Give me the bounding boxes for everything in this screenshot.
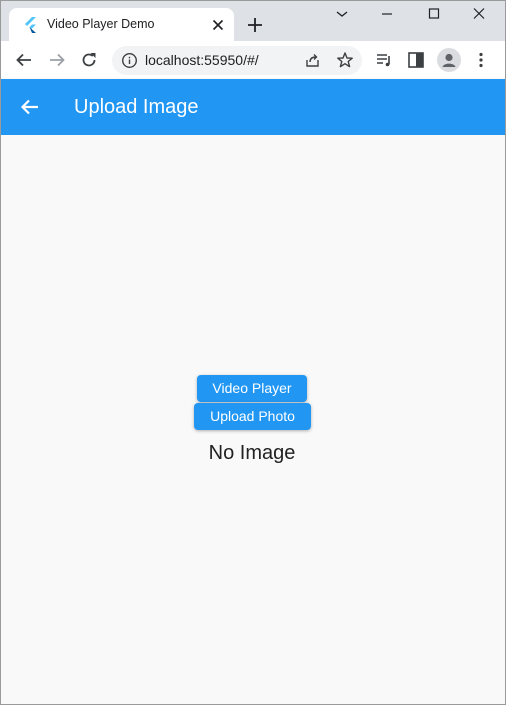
tab-strip: Video Player Demo bbox=[1, 1, 505, 41]
close-icon[interactable] bbox=[209, 16, 227, 34]
tab-title: Video Player Demo bbox=[47, 17, 155, 31]
plus-icon[interactable] bbox=[245, 15, 265, 35]
browser-tab[interactable]: Video Player Demo bbox=[9, 8, 234, 41]
person-icon bbox=[442, 53, 456, 67]
upload-photo-button[interactable]: Upload Photo bbox=[194, 403, 311, 430]
app-bar: Upload Image bbox=[1, 79, 505, 135]
maximize-icon[interactable] bbox=[423, 5, 445, 23]
star-icon[interactable] bbox=[336, 51, 354, 69]
main-content: Video Player Upload Photo No Image bbox=[1, 135, 505, 704]
flutter-logo-icon bbox=[25, 17, 36, 33]
arrow-right-icon[interactable] bbox=[47, 50, 67, 70]
url-text[interactable]: localhost:55950/#/ bbox=[145, 52, 259, 68]
side-panel-icon[interactable] bbox=[406, 50, 426, 70]
kebab-menu-icon[interactable] bbox=[471, 50, 491, 70]
page-title: Upload Image bbox=[74, 96, 199, 118]
avatar[interactable] bbox=[437, 48, 461, 72]
browser-window: Video Player Demo localhost:55950/#/ Upl… bbox=[0, 0, 506, 705]
reload-icon[interactable] bbox=[79, 50, 99, 70]
arrow-left-icon[interactable] bbox=[19, 96, 41, 118]
info-icon[interactable] bbox=[121, 52, 138, 69]
share-icon[interactable] bbox=[304, 52, 321, 69]
arrow-left-icon[interactable] bbox=[14, 50, 34, 70]
browser-toolbar: localhost:55950/#/ bbox=[1, 41, 505, 79]
address-bar[interactable]: localhost:55950/#/ bbox=[112, 46, 362, 75]
close-icon[interactable] bbox=[468, 5, 490, 23]
minimize-icon[interactable] bbox=[376, 5, 398, 23]
video-player-button[interactable]: Video Player bbox=[197, 375, 307, 402]
minimize-icon[interactable] bbox=[331, 5, 353, 23]
reading-list-icon[interactable] bbox=[374, 50, 394, 70]
image-status-text: No Image bbox=[208, 442, 296, 464]
